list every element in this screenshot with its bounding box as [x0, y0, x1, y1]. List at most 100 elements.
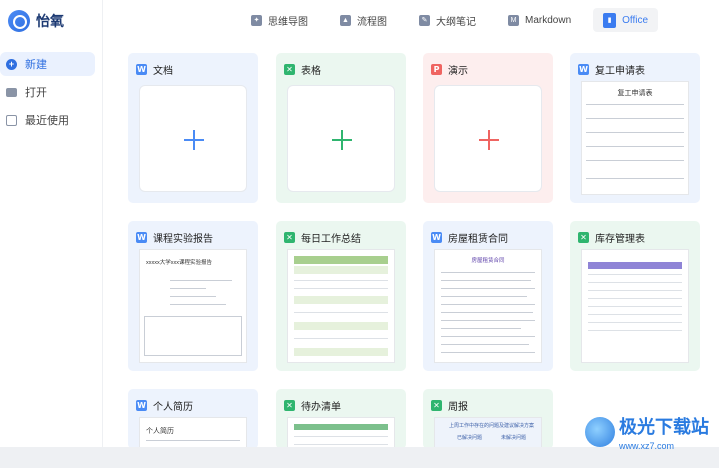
tab-mindmap[interactable]: ✦ 思维导图 [241, 8, 318, 32]
card-label: 个人简历 [153, 402, 193, 413]
card-header: W 课程实验报告 [136, 230, 213, 245]
preview-title: 上周工作中存在的问题及建议解决方案 [449, 423, 535, 429]
card-template-return-to-work[interactable]: W 复工申请表 复工申请表 [570, 53, 700, 203]
watermark-url: www.xz7.com [619, 441, 675, 451]
template-preview: 个人简历 [139, 417, 247, 449]
sidebar-item-open[interactable]: 打开 [0, 80, 95, 104]
word-icon: W [431, 232, 442, 243]
card-template-todo[interactable]: ✕ 待办清单 [276, 389, 406, 449]
watermark-text: 极光下载站 [619, 417, 709, 437]
preview-rule [588, 322, 682, 323]
preview-box [144, 316, 242, 356]
word-icon: W [136, 400, 147, 411]
excel-icon: ✕ [431, 400, 442, 411]
card-header: P 演示 [431, 62, 468, 77]
card-new-spreadsheet[interactable]: ✕ 表格 [276, 53, 406, 203]
preview-rule [441, 296, 527, 297]
mindmap-icon: ✦ [251, 14, 262, 26]
card-label: 文档 [153, 66, 173, 77]
card-header: ✕ 库存管理表 [578, 230, 645, 245]
tab-outline[interactable]: ✎ 大纲笔记 [409, 8, 486, 32]
preview-band [294, 322, 388, 330]
excel-icon: ✕ [284, 400, 295, 411]
tab-office[interactable]: ▮ Office [593, 8, 659, 32]
preview-rule [441, 288, 535, 289]
preview-rule [586, 146, 684, 147]
template-preview: 房屋租赁合同 [434, 249, 542, 363]
preview-rule [441, 344, 529, 345]
word-icon: W [136, 232, 147, 243]
watermark-logo-icon [585, 417, 615, 447]
template-preview: 上周工作中存在的问题及建议解决方案 已解决问题 未解决问题 [434, 417, 542, 449]
tab-label: 大纲笔记 [436, 16, 476, 28]
preview-rule [586, 178, 684, 179]
preview-title: 房屋租赁合同 [471, 258, 505, 264]
template-grid: W 文档 ✕ 表格 P 演示 W 复工申请表 复工申请表 W 课程实验报告 xx… [103, 40, 719, 468]
tab-label: 流程图 [357, 16, 387, 28]
card-template-lease-contract[interactable]: W 房屋租赁合同 房屋租赁合同 [423, 221, 553, 371]
card-new-presentation[interactable]: P 演示 [423, 53, 553, 203]
excel-icon: ✕ [284, 64, 295, 75]
template-preview [287, 417, 395, 449]
preview-header-band [294, 424, 388, 430]
card-template-resume[interactable]: W 个人简历 个人简历 [128, 389, 258, 449]
preview-rule [588, 330, 682, 331]
watermark: 极光下载站 www.xz7.com [585, 413, 709, 451]
sidebar: 怡氧 + 新建 打开 最近使用 [0, 0, 103, 468]
card-header: W 房屋租赁合同 [431, 230, 508, 245]
flowchart-icon: ▲ [340, 14, 351, 26]
card-label: 待办清单 [301, 402, 341, 413]
template-preview [581, 249, 689, 363]
preview-rule [586, 132, 684, 133]
preview-header-band [294, 256, 388, 264]
preview-band [294, 296, 388, 304]
preview-title: xxxxx大学xxx课程实验报告 [146, 260, 213, 266]
word-icon: W [578, 64, 589, 75]
template-preview: xxxxx大学xxx课程实验报告 [139, 249, 247, 363]
office-icon: ▮ [603, 12, 617, 28]
preview-band [294, 348, 388, 356]
preview-rule [586, 104, 684, 105]
preview-rule [441, 328, 521, 329]
preview-rule [586, 118, 684, 119]
card-template-lab-report[interactable]: W 课程实验报告 xxxxx大学xxx课程实验报告 [128, 221, 258, 371]
card-template-weekly-report[interactable]: ✕ 周报 上周工作中存在的问题及建议解决方案 已解决问题 未解决问题 [423, 389, 553, 449]
preview-rule [441, 320, 535, 321]
preview-rule [588, 274, 682, 275]
card-template-inventory[interactable]: ✕ 库存管理表 [570, 221, 700, 371]
card-header: ✕ 待办清单 [284, 398, 341, 413]
preview-title: 个人简历 [146, 428, 174, 435]
card-header: ✕ 周报 [431, 398, 468, 413]
preview-rule [441, 312, 533, 313]
preview-rule [588, 290, 682, 291]
ppt-icon: P [431, 64, 442, 75]
preview-rule [441, 336, 535, 337]
tab-label: 思维导图 [268, 16, 308, 28]
preview-rule [586, 160, 684, 161]
card-label: 周报 [448, 402, 468, 413]
recent-doc-icon [6, 114, 17, 126]
preview-rule [294, 312, 388, 313]
card-header: ✕ 表格 [284, 62, 321, 77]
blank-document-preview [139, 85, 247, 192]
tab-flowchart[interactable]: ▲ 流程图 [330, 8, 397, 32]
sidebar-item-new[interactable]: + 新建 [0, 52, 95, 76]
card-template-daily-summary[interactable]: ✕ 每日工作总结 [276, 221, 406, 371]
plus-icon [184, 130, 204, 150]
tab-label: Office [622, 14, 649, 26]
sidebar-item-recent[interactable]: 最近使用 [0, 108, 95, 132]
preview-column: 已解决问题 [457, 435, 483, 441]
app-logo-icon [8, 10, 30, 32]
preview-rule [294, 288, 388, 289]
preview-rule [441, 304, 535, 305]
card-header: W 复工申请表 [578, 62, 645, 77]
card-new-document[interactable]: W 文档 [128, 53, 258, 203]
card-label: 复工申请表 [595, 66, 645, 77]
tab-markdown[interactable]: M Markdown [498, 8, 581, 32]
card-header: W 文档 [136, 62, 173, 77]
folder-icon [6, 87, 17, 97]
preview-rule [441, 352, 535, 353]
preview-rule [170, 304, 226, 305]
preview-rule [294, 436, 388, 437]
preview-band [294, 266, 388, 274]
